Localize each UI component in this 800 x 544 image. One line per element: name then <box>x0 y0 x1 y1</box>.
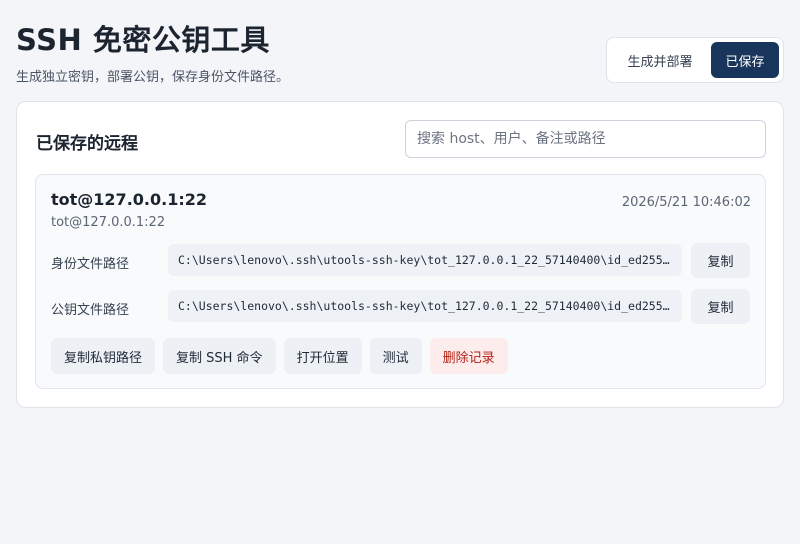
pubkey-path-row: 公钥文件路径 C:\Users\lenovo\.ssh\utools-ssh-k… <box>51 289 751 324</box>
remote-actions: 复制私钥路径 复制 SSH 命令 打开位置 测试 删除记录 <box>51 338 508 374</box>
identity-path-label: 身份文件路径 <box>51 257 130 272</box>
saved-remotes-panel: 已保存的远程 tot@127.0.0.1:22 tot@127.0.0.1:22… <box>16 101 784 408</box>
identity-path-value: C:\Users\lenovo\.ssh\utools-ssh-key\tot_… <box>168 244 682 276</box>
remote-subtitle: tot@127.0.0.1:22 <box>51 215 166 230</box>
copy-ssh-command-button[interactable]: 复制 SSH 命令 <box>163 338 276 374</box>
mode-switch: 生成并部署 已保存 <box>606 37 784 83</box>
saved-timestamp: 2026/5/21 10:46:02 <box>621 195 751 210</box>
pubkey-path-value: C:\Users\lenovo\.ssh\utools-ssh-key\tot_… <box>168 290 682 322</box>
search-input[interactable] <box>405 120 766 158</box>
delete-record-button[interactable]: 删除记录 <box>429 338 508 374</box>
identity-path-row: 身份文件路径 C:\Users\lenovo\.ssh\utools-ssh-k… <box>51 243 751 278</box>
remote-title: tot@127.0.0.1:22 <box>51 190 207 209</box>
open-location-button[interactable]: 打开位置 <box>283 338 362 374</box>
test-button[interactable]: 测试 <box>369 338 422 374</box>
header: SSH 免密公钥工具 生成独立密钥，部署公钥，保存身份文件路径。 生成并部署 已… <box>16 22 784 86</box>
copy-pubkey-path-button[interactable]: 复制 <box>691 289 750 324</box>
remote-card: tot@127.0.0.1:22 tot@127.0.0.1:22 2026/5… <box>35 174 766 389</box>
copy-private-key-path-button[interactable]: 复制私钥路径 <box>51 338 156 374</box>
copy-identity-path-button[interactable]: 复制 <box>691 243 750 278</box>
tab-saved[interactable]: 已保存 <box>711 42 779 78</box>
tab-generate-deploy[interactable]: 生成并部署 <box>611 42 709 78</box>
pubkey-path-label: 公钥文件路径 <box>51 303 130 318</box>
panel-title: 已保存的远程 <box>36 134 138 154</box>
